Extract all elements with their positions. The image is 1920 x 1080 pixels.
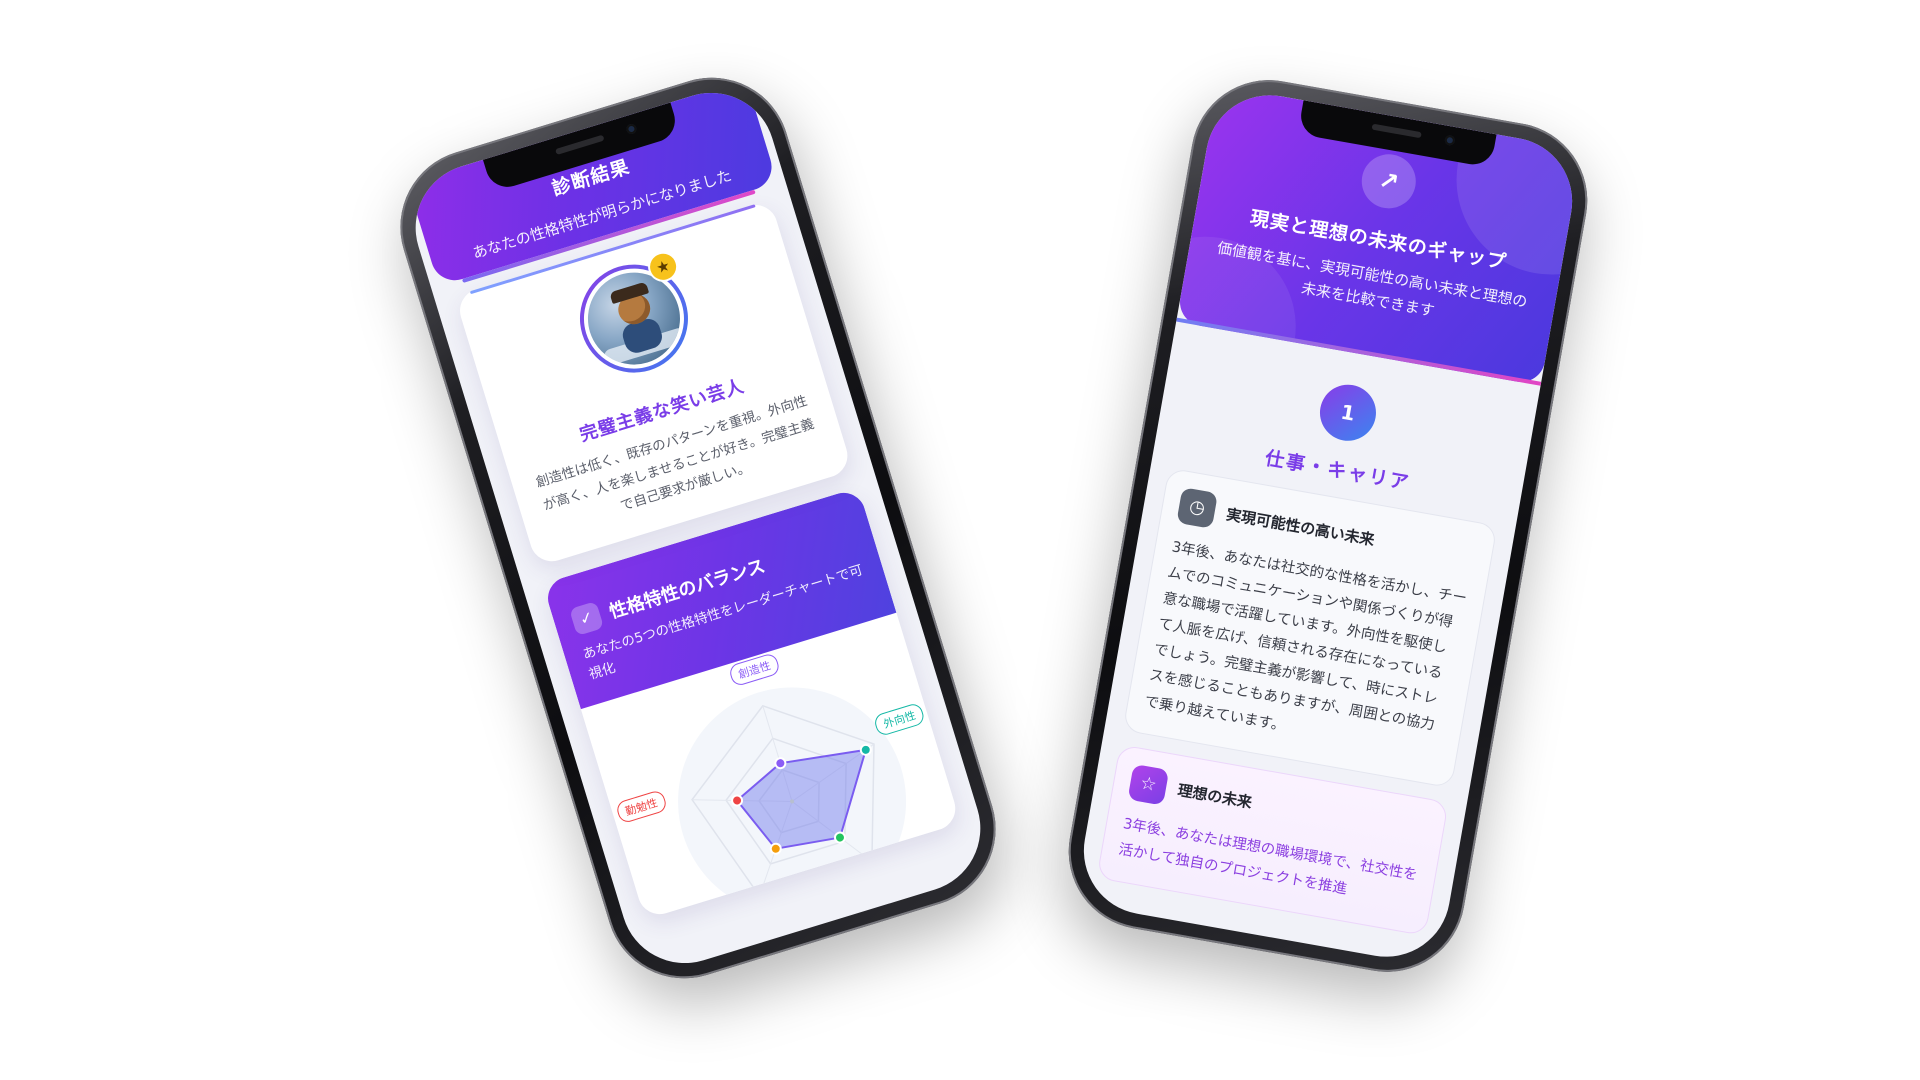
check-icon: ✓ <box>569 600 605 636</box>
ideal-future-title: 理想の未来 <box>1176 781 1254 812</box>
trait-balance-card: ✓ 性格特性のバランス あなたの5つの性格特性をレーダーチャートで可視化 創造性… <box>542 487 961 920</box>
phone-left: 診断結果 あなたの性格特性が明らかになりました ★ 完璧主義な笑い芸人 創造性は… <box>381 58 1015 998</box>
star-outline-icon: ☆ <box>1127 763 1170 806</box>
realistic-future-card: ◷ 実現可能性の高い未来 3年後、あなたは社交的な性格を活かし、チームでのコミュ… <box>1122 467 1498 789</box>
clock-icon: ◷ <box>1176 487 1218 529</box>
trend-up-icon: ↗ <box>1357 150 1421 213</box>
phone-right: ↗ 現実と理想の未来のギャップ 価値観を基に、実現可能性の高い未来と理想の未来を… <box>1056 67 1600 985</box>
avatar <box>571 256 697 382</box>
screen-left: 診断結果 あなたの性格特性が明らかになりました ★ 完璧主義な笑い芸人 創造性は… <box>399 77 997 979</box>
realistic-future-body: 3年後、あなたは社交的な性格を活かし、チームでのコミュニケーションや関係づくりが… <box>1143 539 1469 735</box>
realistic-future-title: 実現可能性の高い未来 <box>1225 504 1376 549</box>
screen-right: ↗ 現実と理想の未来のギャップ 価値観を基に、実現可能性の高い未来と理想の未来を… <box>1073 85 1583 967</box>
avatar-ring: ★ <box>566 248 702 386</box>
section-number-badge: 1 <box>1315 380 1381 446</box>
